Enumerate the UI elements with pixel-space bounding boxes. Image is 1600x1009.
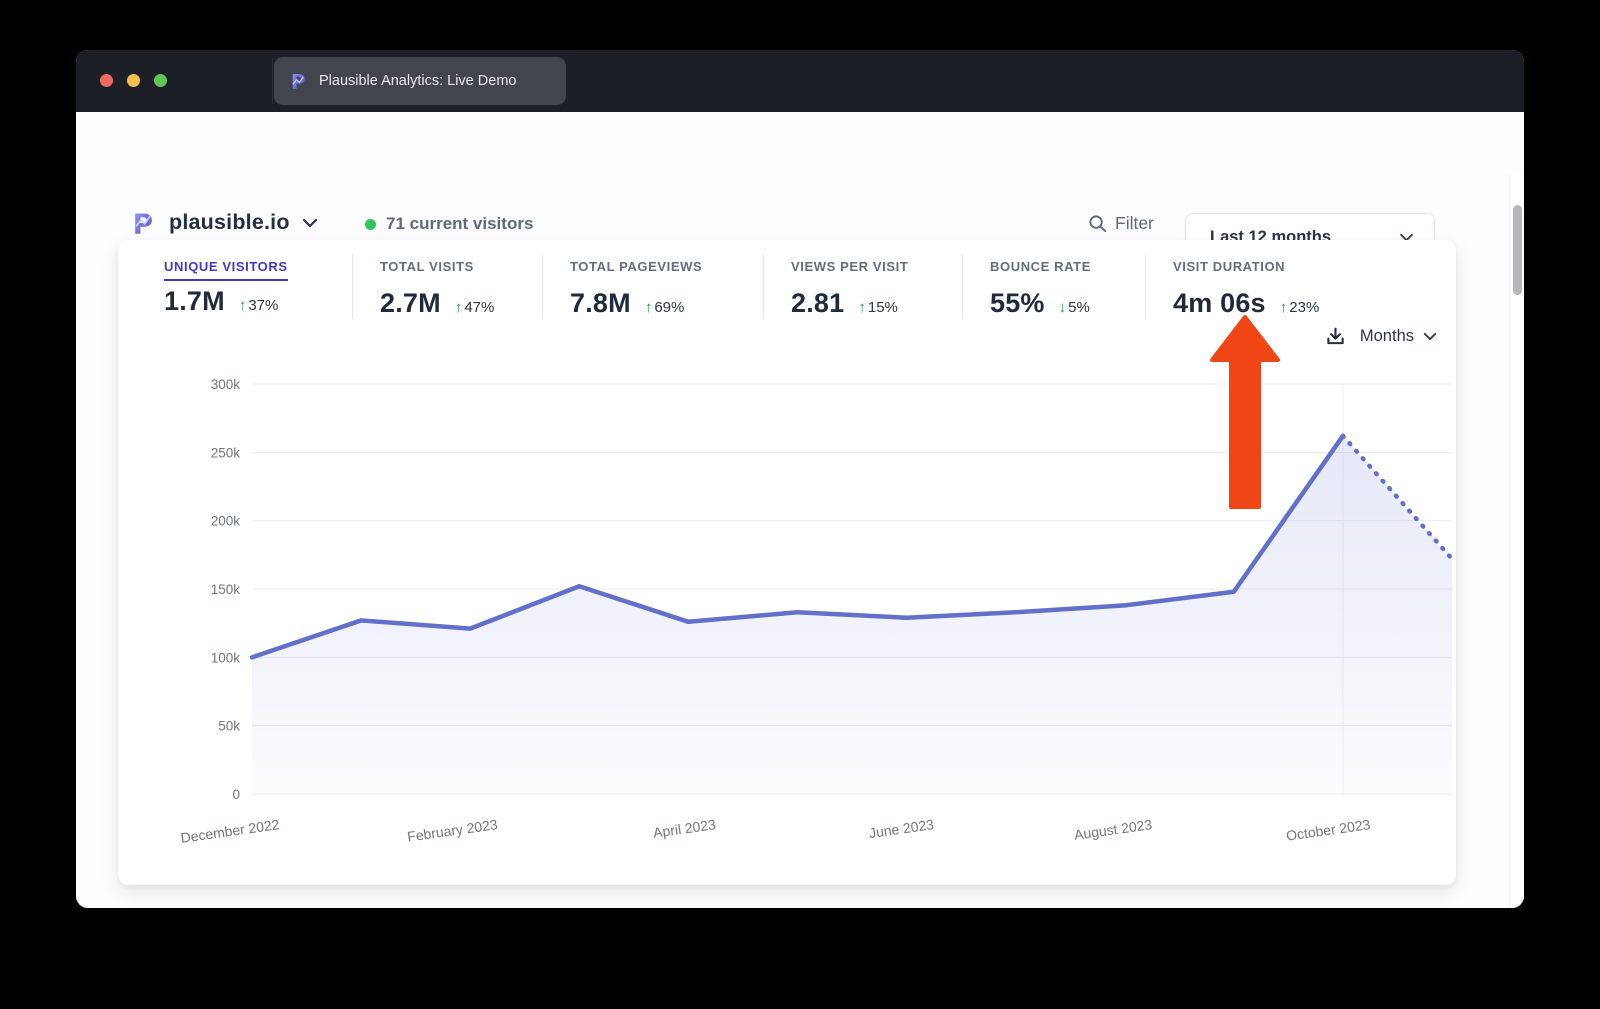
svg-text:December 2022: December 2022	[180, 816, 281, 846]
svg-text:150k: 150k	[211, 582, 241, 597]
zoom-window-icon[interactable]	[154, 74, 167, 87]
svg-text:August 2023: August 2023	[1073, 816, 1153, 843]
visitors-chart[interactable]: 0 50k 100k 150k 200k 250k 300k December 2022 Feb…	[118, 240, 1456, 870]
tab-title: Plausible Analytics: Live Demo	[319, 73, 516, 89]
svg-text:200k: 200k	[211, 514, 241, 529]
browser-tab[interactable]: P Plausible Analytics: Live Demo	[274, 57, 566, 105]
live-dot-icon	[365, 219, 376, 230]
window-controls[interactable]	[100, 74, 167, 87]
site-name: plausible.io	[169, 210, 290, 235]
dashboard-header: P plausible.io 71 current visitors Filte…	[76, 112, 1524, 227]
current-visitors-label: 71 current visitors	[386, 214, 533, 234]
plausible-favicon-icon: P	[288, 71, 309, 92]
svg-text:June 2023: June 2023	[868, 816, 935, 841]
svg-text:250k: 250k	[211, 445, 241, 460]
svg-text:April 2023: April 2023	[652, 816, 717, 841]
close-window-icon[interactable]	[100, 74, 113, 87]
svg-text:0: 0	[232, 787, 240, 802]
svg-text:50k: 50k	[218, 719, 240, 734]
filter-button[interactable]: Filter	[1088, 213, 1154, 234]
site-chevron-down-icon	[302, 218, 318, 228]
current-visitors[interactable]: 71 current visitors	[365, 214, 533, 234]
svg-text:100k: 100k	[211, 650, 241, 665]
svg-text:February 2023: February 2023	[406, 816, 499, 845]
plausible-logo-icon: P	[130, 208, 157, 237]
dashboard-page: P plausible.io 71 current visitors Filte…	[76, 112, 1524, 908]
browser-chrome: P Plausible Analytics: Live Demo	[76, 50, 1524, 112]
scrollbar-thumb[interactable]	[1513, 205, 1522, 295]
browser-window: P Plausible Analytics: Live Demo P	[76, 50, 1524, 908]
filter-label: Filter	[1115, 213, 1154, 234]
analytics-card: UNIQUE VISITORS 1.7M ↑37% TOTAL VISITS 2…	[118, 240, 1456, 885]
scrollbar-track[interactable]	[1509, 174, 1524, 908]
svg-text:October 2023: October 2023	[1285, 816, 1371, 844]
search-icon	[1088, 214, 1107, 233]
site-picker[interactable]: P plausible.io	[130, 208, 318, 237]
minimize-window-icon[interactable]	[127, 74, 140, 87]
tabstrip-divider	[272, 58, 273, 104]
svg-text:300k: 300k	[211, 377, 241, 392]
